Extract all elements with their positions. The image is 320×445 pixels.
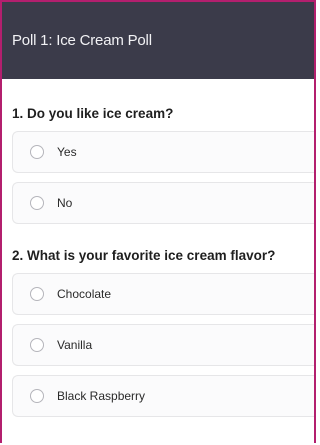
option-vanilla[interactable]: Vanilla (12, 324, 314, 366)
poll-title: Poll 1: Ice Cream Poll (12, 32, 152, 49)
option-label: No (57, 196, 73, 210)
question-1-options: Yes No (12, 131, 314, 224)
radio-unchecked-icon[interactable] (30, 338, 44, 352)
option-label: Black Raspberry (57, 389, 146, 403)
question-2-options: Chocolate Vanilla Black Raspberry (12, 273, 314, 417)
question-1-text: 1. Do you like ice cream? (12, 106, 174, 121)
radio-unchecked-icon[interactable] (30, 287, 44, 301)
option-chocolate[interactable]: Chocolate (12, 273, 314, 315)
poll-header: Poll 1: Ice Cream Poll (2, 2, 314, 79)
radio-unchecked-icon[interactable] (30, 145, 44, 159)
option-yes[interactable]: Yes (12, 131, 314, 173)
question-2-text: 2. What is your favorite ice cream flavo… (12, 248, 276, 263)
poll-content: 1. Do you like ice cream? Yes No 2. What… (2, 106, 314, 417)
option-label: Vanilla (57, 338, 93, 352)
poll-panel: Poll 1: Ice Cream Poll 1. Do you like ic… (0, 0, 316, 443)
radio-unchecked-icon[interactable] (30, 196, 44, 210)
option-black-raspberry[interactable]: Black Raspberry (12, 375, 314, 417)
option-label: Chocolate (57, 287, 112, 301)
option-label: Yes (57, 145, 77, 159)
option-no[interactable]: No (12, 182, 314, 224)
radio-unchecked-icon[interactable] (30, 389, 44, 403)
